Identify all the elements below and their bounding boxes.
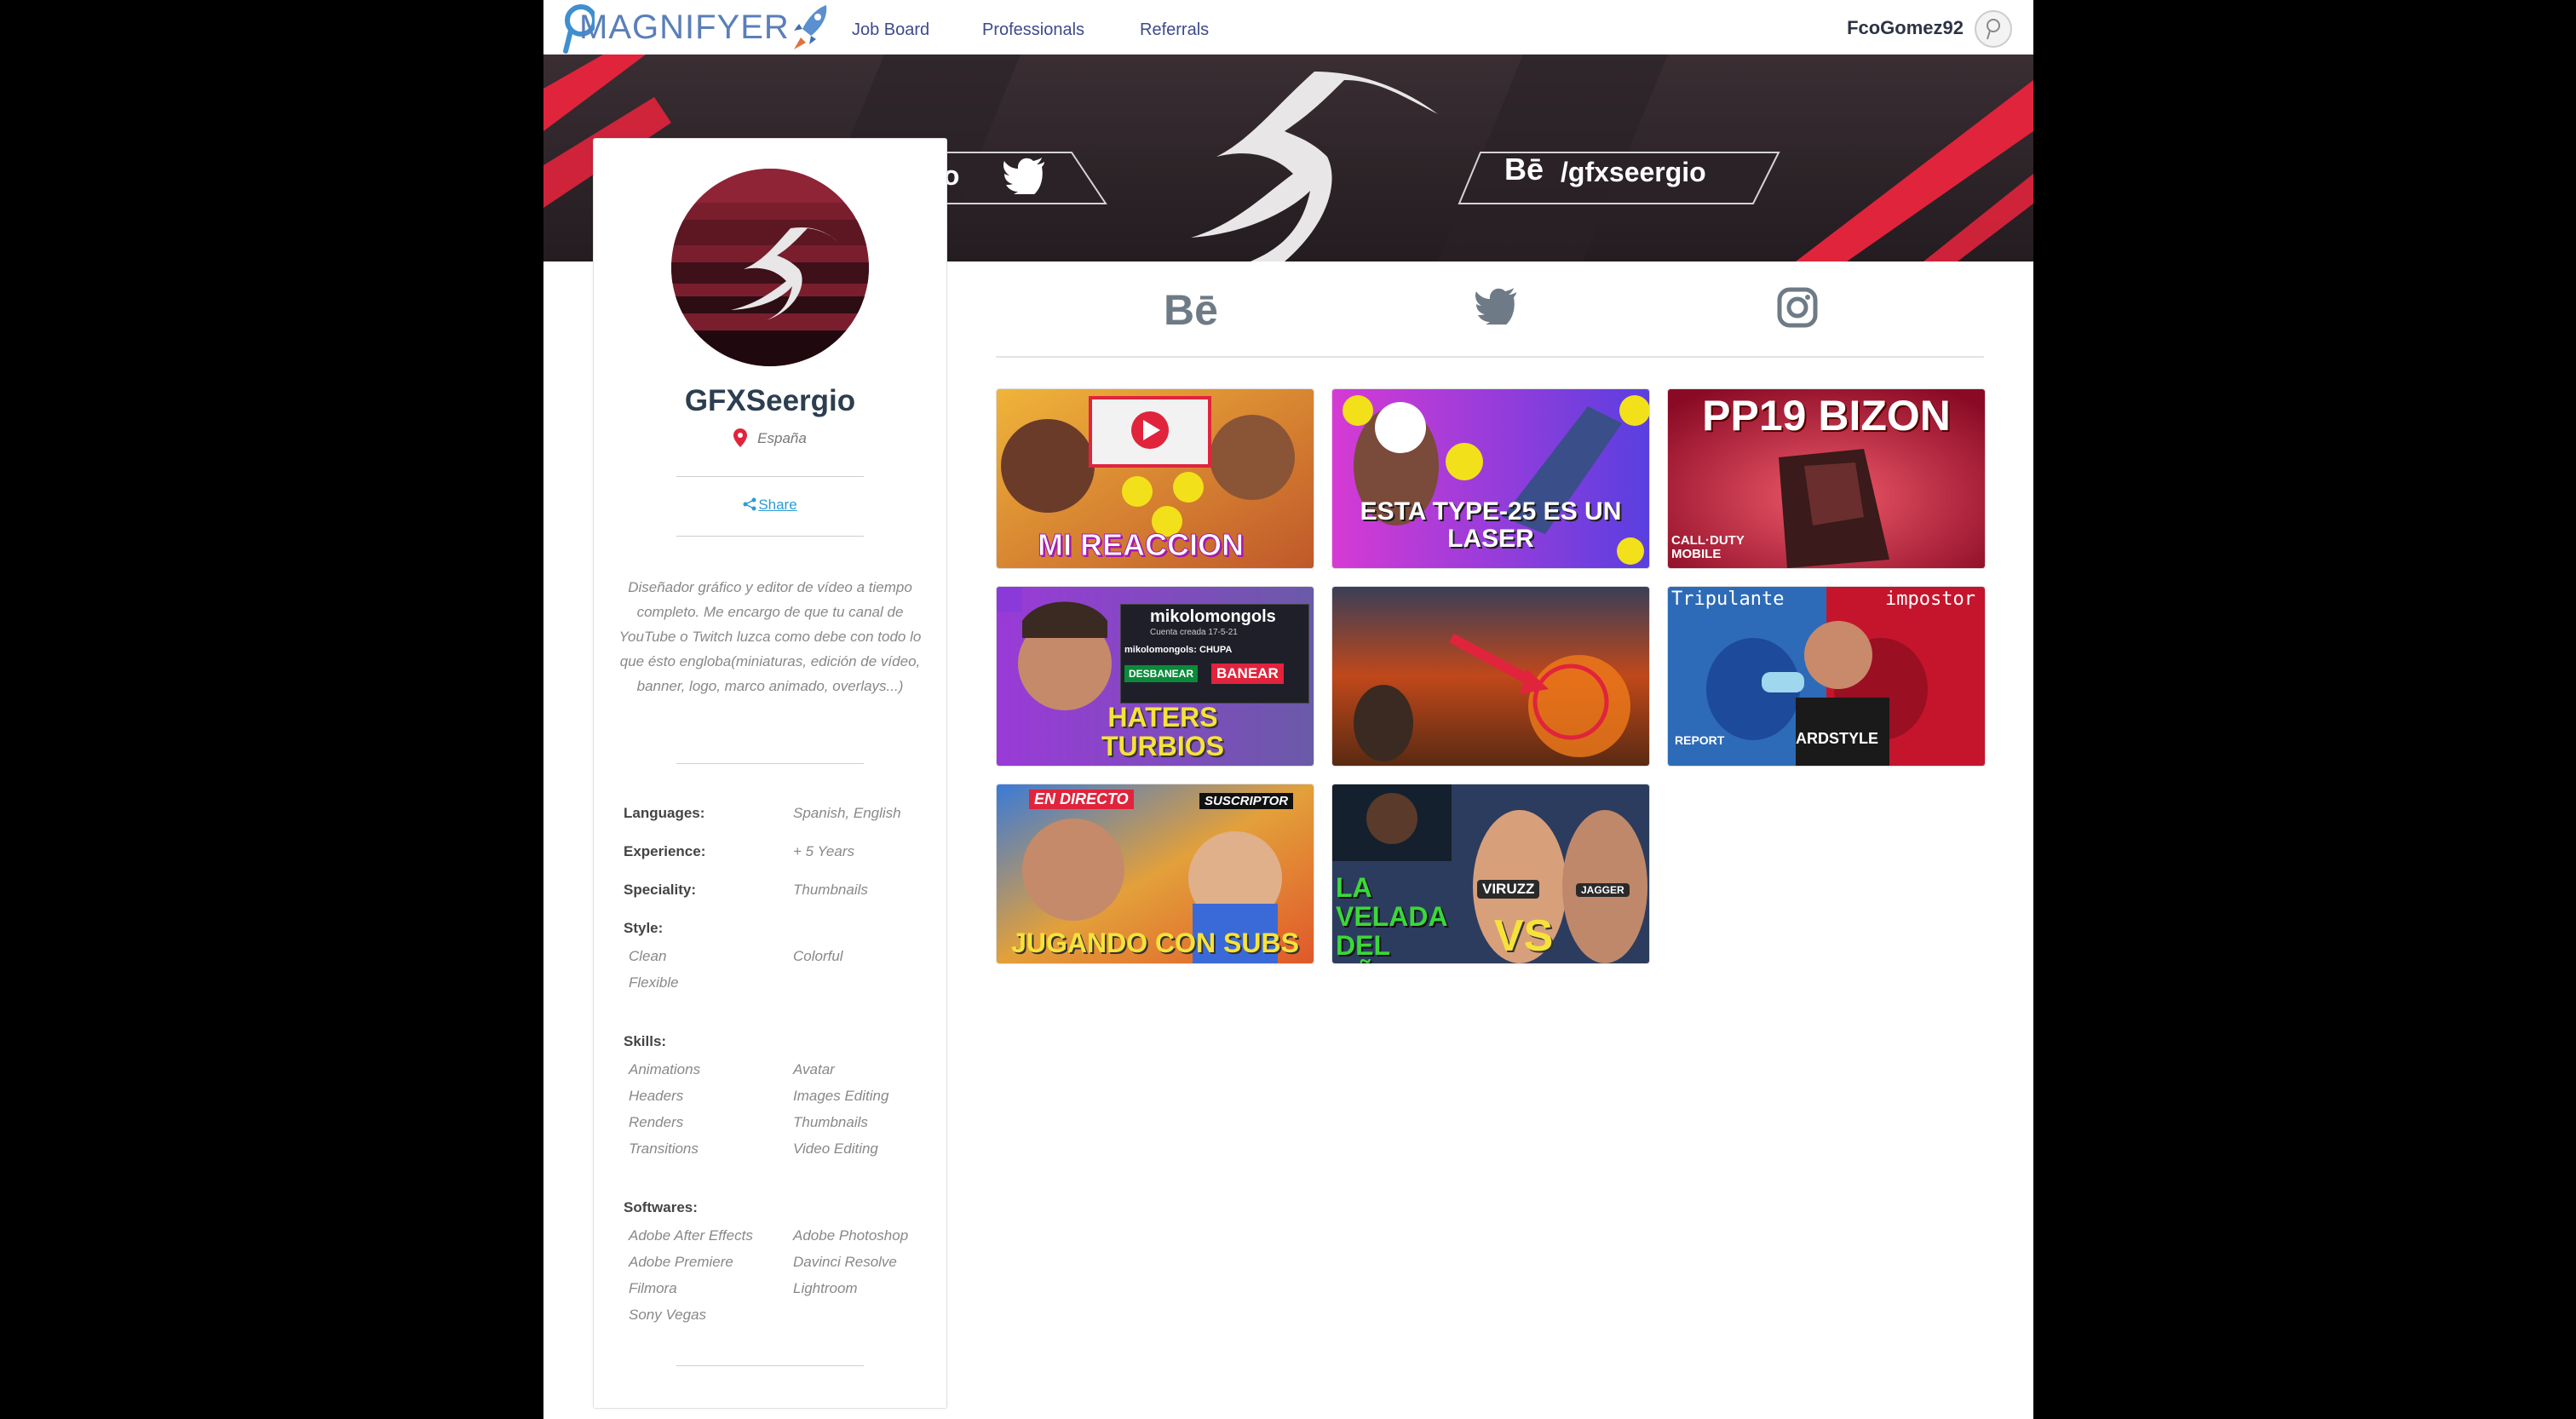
divider xyxy=(676,763,864,764)
software-tag: Sony Vegas xyxy=(629,1307,707,1323)
subscriber-tag: SUSCRIPTOR xyxy=(1199,793,1294,809)
nav-username[interactable]: FcoGomez92 xyxy=(1847,17,1964,39)
thumbnail-image xyxy=(1332,587,1649,766)
experience-label: Experience: xyxy=(624,843,706,859)
divider xyxy=(676,1365,864,1366)
magnifier-avatar-icon xyxy=(1987,19,2000,40)
thumbnail-title: PP19 BIZON xyxy=(1702,392,1951,439)
instagram-link[interactable] xyxy=(1777,287,1818,332)
logo-text: MAGNIFYER xyxy=(579,9,790,46)
banner-behance-prefix: Bē xyxy=(1504,152,1544,187)
nav-referrals[interactable]: Referrals xyxy=(1140,20,1209,40)
software-tag: Adobe Premiere xyxy=(629,1254,733,1270)
thumbnail-subtitle: CALL·DUTY MOBILE xyxy=(1671,533,1745,561)
portfolio-thumbnail[interactable]: VIRUZZ JAGGER LA VELADA DEL AÑO VS xyxy=(1331,784,1650,964)
languages-label: Languages: xyxy=(624,805,705,821)
divider xyxy=(676,476,864,477)
software-tag: Davinci Resolve xyxy=(793,1254,897,1270)
share-icon xyxy=(743,497,756,511)
ban-button: BANEAR xyxy=(1211,664,1284,684)
thumbnail-label-report: REPORT xyxy=(1675,733,1725,747)
skill-tag: Thumbnails xyxy=(793,1114,868,1130)
social-divider xyxy=(996,356,1984,358)
profile-avatar xyxy=(671,169,869,366)
rocket-icon xyxy=(794,5,827,49)
unban-button: DESBANEAR xyxy=(1124,665,1199,682)
profile-location: España xyxy=(594,428,946,447)
thumbnail-title: MI REACCION xyxy=(1038,527,1245,563)
share-label: Share xyxy=(758,497,797,513)
thumbnail-label-left: Tripulante xyxy=(1671,589,1785,610)
versus-label: VS xyxy=(1494,911,1554,961)
software-tag: Adobe After Effects xyxy=(629,1227,753,1244)
location-pin-icon xyxy=(733,428,748,447)
speciality-label: Speciality: xyxy=(624,882,697,898)
popup-chat: mikolomongols: CHUPA xyxy=(1124,645,1233,655)
magnifyer-logo[interactable]: MAGNIFYER xyxy=(561,0,833,55)
page: MAGNIFYER Job Board Professionals Referr… xyxy=(543,0,2033,1419)
instagram-icon xyxy=(1777,287,1818,328)
thumbnail-title: HATERS TURBIOS xyxy=(1101,702,1224,761)
twitter-icon xyxy=(1475,288,1516,331)
thumbnail-title: JUGANDO CON SUBS xyxy=(1011,928,1299,958)
speciality-value: Thumbnails xyxy=(793,882,868,898)
languages-value: Spanish, English xyxy=(793,805,901,821)
portfolio-thumbnail[interactable]: PP19 BIZON CALL·DUTY MOBILE xyxy=(1667,388,1986,569)
user-avatar[interactable] xyxy=(1975,10,2012,48)
software-tag: Filmora xyxy=(629,1280,677,1296)
software-tag: Adobe Photoshop xyxy=(793,1227,909,1244)
location-text: España xyxy=(757,430,807,446)
behance-icon: Bē xyxy=(1164,286,1218,334)
thumbnail-label-brand: ARDSTYLE xyxy=(1796,730,1879,747)
style-label: Style: xyxy=(624,920,664,936)
profile-name: GFXSeergio xyxy=(684,384,856,417)
profile-bio: Diseñador gráfico y editor de vídeo a ti… xyxy=(618,579,922,694)
portfolio-thumbnail[interactable]: EN DIRECTO SUSCRIPTOR JUGANDO CON SUBS xyxy=(996,784,1314,964)
fighter-tag: JAGGER xyxy=(1576,883,1630,897)
portfolio-thumbnail[interactable]: Tripulante impostor REPORT ARDSTYLE xyxy=(1667,586,1986,767)
skill-tag: Transitions xyxy=(629,1140,699,1157)
fighter-tag: VIRUZZ xyxy=(1477,880,1540,899)
nav-professionals[interactable]: Professionals xyxy=(982,20,1084,40)
portfolio-thumbnail[interactable]: mikolomongols Cuenta creada 17-5-21 miko… xyxy=(996,586,1314,767)
popup-subtitle: Cuenta creada 17-5-21 xyxy=(1150,628,1238,637)
skill-tag: Images Editing xyxy=(793,1088,889,1104)
portfolio-thumbnail[interactable] xyxy=(1331,586,1650,767)
skill-tag: Avatar xyxy=(793,1061,835,1077)
nav-job-board[interactable]: Job Board xyxy=(852,20,929,40)
behance-link[interactable]: Bē xyxy=(1164,285,1227,336)
live-tag: EN DIRECTO xyxy=(1029,790,1134,809)
experience-value: + 5 Years xyxy=(793,843,854,859)
twitter-link[interactable] xyxy=(1475,287,1517,331)
portfolio-thumbnail[interactable]: MI REACCION xyxy=(996,388,1314,569)
style-tag: Clean xyxy=(629,948,667,964)
banner-twitter-icon xyxy=(1003,158,1044,194)
skills-label: Skills: xyxy=(624,1033,667,1049)
thumbnail-label-right: impostor xyxy=(1885,589,1975,610)
softwares-label: Softwares: xyxy=(624,1199,698,1215)
style-tag: Colorful xyxy=(793,948,843,964)
skill-tag: Animations xyxy=(629,1061,701,1077)
skill-tag: Renders xyxy=(629,1114,684,1130)
svg-text:Bē: Bē xyxy=(1164,286,1218,331)
share-link[interactable]: Share xyxy=(594,497,946,514)
style-tag: Flexible xyxy=(629,974,679,991)
banner-right-handle: /gfxseergio xyxy=(1561,157,1706,187)
skill-tag: Headers xyxy=(629,1088,684,1104)
profile-avatar-logo xyxy=(671,169,869,366)
skill-tag: Video Editing xyxy=(793,1140,878,1157)
portfolio-thumbnail[interactable]: ESTA TYPE-25 ES UN LASER xyxy=(1331,388,1650,569)
software-tag: Lightroom xyxy=(793,1280,858,1296)
top-navbar: MAGNIFYER Job Board Professionals Referr… xyxy=(543,0,2033,55)
divider xyxy=(676,536,864,537)
thumbnail-title: LA VELADA DEL AÑO xyxy=(1336,872,1447,963)
popup-username: mikolomongols xyxy=(1150,607,1276,626)
thumbnail-title: ESTA TYPE-25 ES UN LASER xyxy=(1360,497,1622,553)
profile-card: GFXSeergio España Share Diseñador gráfic… xyxy=(593,138,947,1409)
